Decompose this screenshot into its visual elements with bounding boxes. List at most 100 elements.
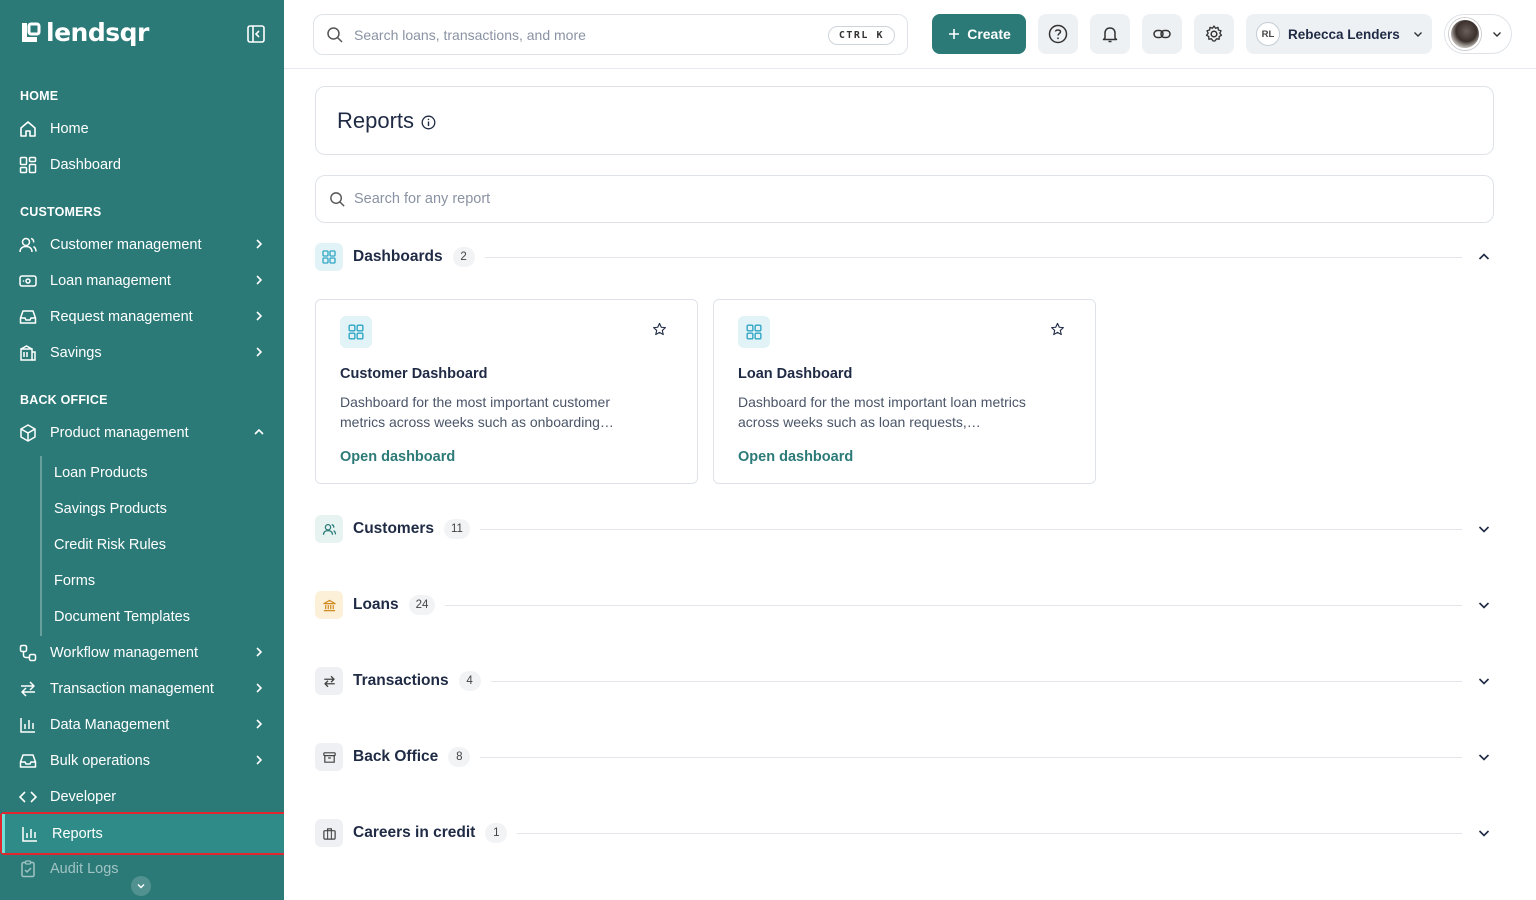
sidebar-item-product-management[interactable]: Product management: [0, 415, 284, 451]
section-transactions[interactable]: Transactions 4: [315, 667, 1494, 695]
info-icon[interactable]: [421, 115, 436, 130]
link-icon: [1153, 29, 1171, 39]
notifications-button[interactable]: [1090, 14, 1130, 54]
settings-icon: [1205, 25, 1223, 42]
dashboard-card-title: Loan Dashboard: [738, 366, 853, 382]
star-icon[interactable]: [1050, 322, 1065, 337]
sidebar: lendsqr HOME Home Dashboard CUSTOMERS Cu…: [0, 0, 284, 900]
chevron-down-icon: [1478, 602, 1490, 609]
links-button[interactable]: [1142, 14, 1182, 54]
users-icon: [315, 515, 343, 543]
arrows-swap-icon: [18, 679, 38, 699]
create-button[interactable]: Create: [932, 14, 1026, 54]
sidebar-item-data-management[interactable]: Data Management: [0, 707, 284, 743]
tray-icon: [18, 751, 38, 771]
sidebar-subitem-loan-products[interactable]: Loan Products: [54, 463, 148, 483]
sidebar-item-home[interactable]: Home: [0, 111, 284, 147]
inbox-icon: [18, 307, 38, 327]
section-count-badge: 4: [458, 671, 481, 691]
briefcase-icon: [315, 819, 343, 847]
section-careers-in-credit[interactable]: Careers in credit 1: [315, 819, 1494, 847]
section-count-badge: 8: [448, 747, 471, 767]
user-menu[interactable]: RL Rebecca Lenders: [1246, 14, 1432, 54]
section-count-badge: 2: [452, 247, 475, 267]
report-search[interactable]: [315, 175, 1494, 223]
sidebar-item-workflow-management[interactable]: Workflow management: [0, 635, 284, 671]
section-heading-home: HOME: [20, 89, 59, 103]
section-title: Transactions: [353, 672, 449, 689]
dashboard-card-customer[interactable]: Customer Dashboard Dashboard for the mos…: [315, 299, 698, 484]
section-customers[interactable]: Customers 11: [315, 515, 1494, 543]
chevron-right-icon: [256, 647, 263, 657]
section-loans[interactable]: Loans 24: [315, 591, 1494, 619]
sidebar-item-transaction-management[interactable]: Transaction management: [0, 671, 284, 707]
section-heading-back-office: BACK OFFICE: [20, 393, 108, 407]
cash-icon: [18, 271, 38, 291]
page-title: Reports: [337, 107, 415, 133]
sidebar-item-label: Customer management: [50, 237, 202, 253]
sidebar-item-developer[interactable]: Developer: [0, 779, 284, 815]
bell-icon: [1102, 27, 1118, 43]
page-header-card: Reports: [315, 86, 1494, 155]
lendsqr-logo[interactable]: lendsqr: [20, 18, 149, 47]
settings-button[interactable]: [1194, 14, 1234, 54]
scroll-down-button[interactable]: [131, 876, 151, 896]
sidebar-item-label: Transaction management: [50, 681, 214, 697]
create-button-label: Create: [967, 26, 1011, 42]
section-title: Careers in credit: [353, 824, 476, 841]
chevron-down-icon: [1478, 830, 1490, 837]
dashboard-icon: [18, 155, 38, 175]
sidebar-item-dashboard[interactable]: Dashboard: [0, 147, 284, 183]
help-icon: [1048, 24, 1068, 44]
logo-mark-icon: [22, 22, 41, 42]
sidebar-item-label: Workflow management: [50, 645, 199, 661]
sidebar-item-savings[interactable]: Savings: [0, 335, 284, 371]
sidebar-subitem-savings-products[interactable]: Savings Products: [54, 499, 167, 519]
box-icon: [18, 423, 38, 443]
section-heading-customers: CUSTOMERS: [20, 205, 102, 219]
sidebar-item-label: Audit Logs: [50, 861, 119, 877]
section-title: Loans: [353, 596, 399, 613]
section-title: Customers: [353, 520, 434, 537]
open-dashboard-link[interactable]: Open dashboard: [340, 449, 455, 465]
search-icon: [327, 26, 343, 43]
sidebar-subitem-forms[interactable]: Forms: [54, 571, 95, 591]
chevron-right-icon: [256, 683, 263, 693]
sidebar-item-customer-management[interactable]: Customer management: [0, 227, 284, 263]
section-title: Back Office: [353, 748, 439, 765]
sidebar-item-label: Developer: [50, 789, 117, 805]
section-back-office[interactable]: Back Office 8: [315, 743, 1494, 771]
sidebar-subitem-credit-risk-rules[interactable]: Credit Risk Rules: [54, 535, 166, 555]
divider: [445, 604, 1462, 606]
sidebar-item-loan-management[interactable]: Loan management: [0, 263, 284, 299]
bank-building-icon: [18, 343, 38, 363]
chevron-right-icon: [256, 347, 263, 357]
sidebar-subitem-document-templates[interactable]: Document Templates: [54, 607, 190, 627]
sidebar-item-reports[interactable]: Reports: [0, 812, 284, 855]
reports-chart-icon: [20, 824, 40, 844]
collapse-sidebar-icon[interactable]: [246, 24, 266, 44]
sidebar-item-label: Bulk operations: [50, 753, 150, 769]
chevron-down-icon: [1478, 754, 1490, 761]
submenu-guide-line: [40, 456, 42, 636]
divider: [479, 528, 1462, 530]
dashboard-card-loan[interactable]: Loan Dashboard Dashboard for the most im…: [713, 299, 1096, 484]
sidebar-item-request-management[interactable]: Request management: [0, 299, 284, 335]
divider: [484, 256, 1462, 258]
profile-menu[interactable]: [1444, 14, 1512, 54]
home-icon: [18, 119, 38, 139]
divider: [480, 756, 1462, 758]
open-dashboard-link[interactable]: Open dashboard: [738, 449, 853, 465]
chevron-up-icon: [254, 428, 264, 435]
report-search-input[interactable]: [354, 191, 954, 207]
plus-icon: [949, 29, 960, 39]
global-search-input[interactable]: [354, 26, 794, 43]
section-dashboards[interactable]: Dashboards 2: [315, 243, 1494, 271]
sidebar-item-label: Savings: [50, 345, 102, 361]
help-button[interactable]: [1038, 14, 1078, 54]
global-search[interactable]: CTRL K: [313, 14, 908, 55]
star-icon[interactable]: [652, 322, 667, 337]
search-icon: [330, 191, 345, 207]
user-initials-avatar: RL: [1256, 22, 1280, 46]
sidebar-item-bulk-operations[interactable]: Bulk operations: [0, 743, 284, 779]
